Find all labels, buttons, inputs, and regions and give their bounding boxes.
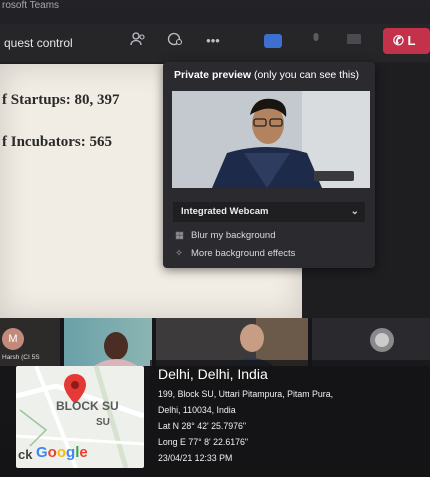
reactions-icon[interactable]: [165, 32, 185, 50]
blur-background-label: Blur my background: [191, 230, 276, 241]
chevron-down-icon: ⌄: [350, 206, 359, 217]
avatar: M: [2, 328, 24, 350]
camera-select[interactable]: Integrated Webcam ⌄: [173, 202, 365, 222]
share-screen-icon[interactable]: [344, 32, 364, 50]
location-map: BLOCK SU SU ck Google: [16, 366, 144, 468]
request-control-button[interactable]: quest control: [4, 36, 73, 50]
microphone-icon[interactable]: [306, 32, 326, 50]
geotag-longitude: Long E 77° 8' 22.6176": [158, 437, 249, 447]
leave-button[interactable]: ✆ L: [383, 28, 430, 54]
participant-tile[interactable]: M Harsh (CI 5S: [0, 318, 60, 366]
geotag-city: Delhi, Delhi, India: [158, 366, 268, 382]
map-label-block-su: BLOCK SU: [56, 399, 119, 413]
participant-tile[interactable]: [64, 318, 152, 366]
app-title: rosoft Teams: [2, 0, 60, 11]
geotag-address-line2: Delhi, 110034, India: [158, 405, 236, 415]
participant-tile[interactable]: [312, 318, 430, 366]
participant-tile[interactable]: [156, 318, 308, 366]
camera-button-icon[interactable]: [264, 34, 282, 48]
blur-icon: ▦: [175, 230, 184, 241]
private-preview-panel: Private preview (only you can see this) …: [163, 62, 375, 268]
blur-background-option[interactable]: ▦ Blur my background: [175, 230, 275, 241]
self-video-preview: [172, 91, 370, 188]
magic-wand-icon: ✧: [175, 248, 183, 259]
preview-title: Private preview (only you can see this): [174, 69, 360, 81]
background-effects-option[interactable]: ✧ More background effects: [175, 248, 295, 259]
geotag-panel: Delhi, Delhi, India 199, Block SU, Uttar…: [150, 360, 430, 477]
participant-name: Harsh (CI 5S: [2, 354, 40, 361]
phone-icon: ✆: [393, 33, 404, 48]
leave-label: L: [407, 33, 416, 48]
more-options-icon[interactable]: •••: [203, 32, 223, 50]
slide-incubators-text: f Incubators: 565: [2, 134, 113, 150]
background-effects-label: More background effects: [191, 248, 296, 259]
map-label-partial: ck: [18, 447, 33, 462]
geotag-address-line1: 199, Block SU, Uttari Pitampura, Pitam P…: [158, 389, 334, 399]
people-icon[interactable]: [128, 32, 148, 50]
map-label-su: SU: [96, 417, 110, 428]
google-logo: Google: [36, 444, 88, 461]
geotag-latitude: Lat N 28° 42' 25.7976": [158, 421, 247, 431]
camera-select-value: Integrated Webcam: [181, 206, 269, 217]
slide-startups-text: f Startups: 80, 397: [2, 92, 120, 108]
geotag-datetime: 23/04/21 12:33 PM: [158, 453, 233, 463]
